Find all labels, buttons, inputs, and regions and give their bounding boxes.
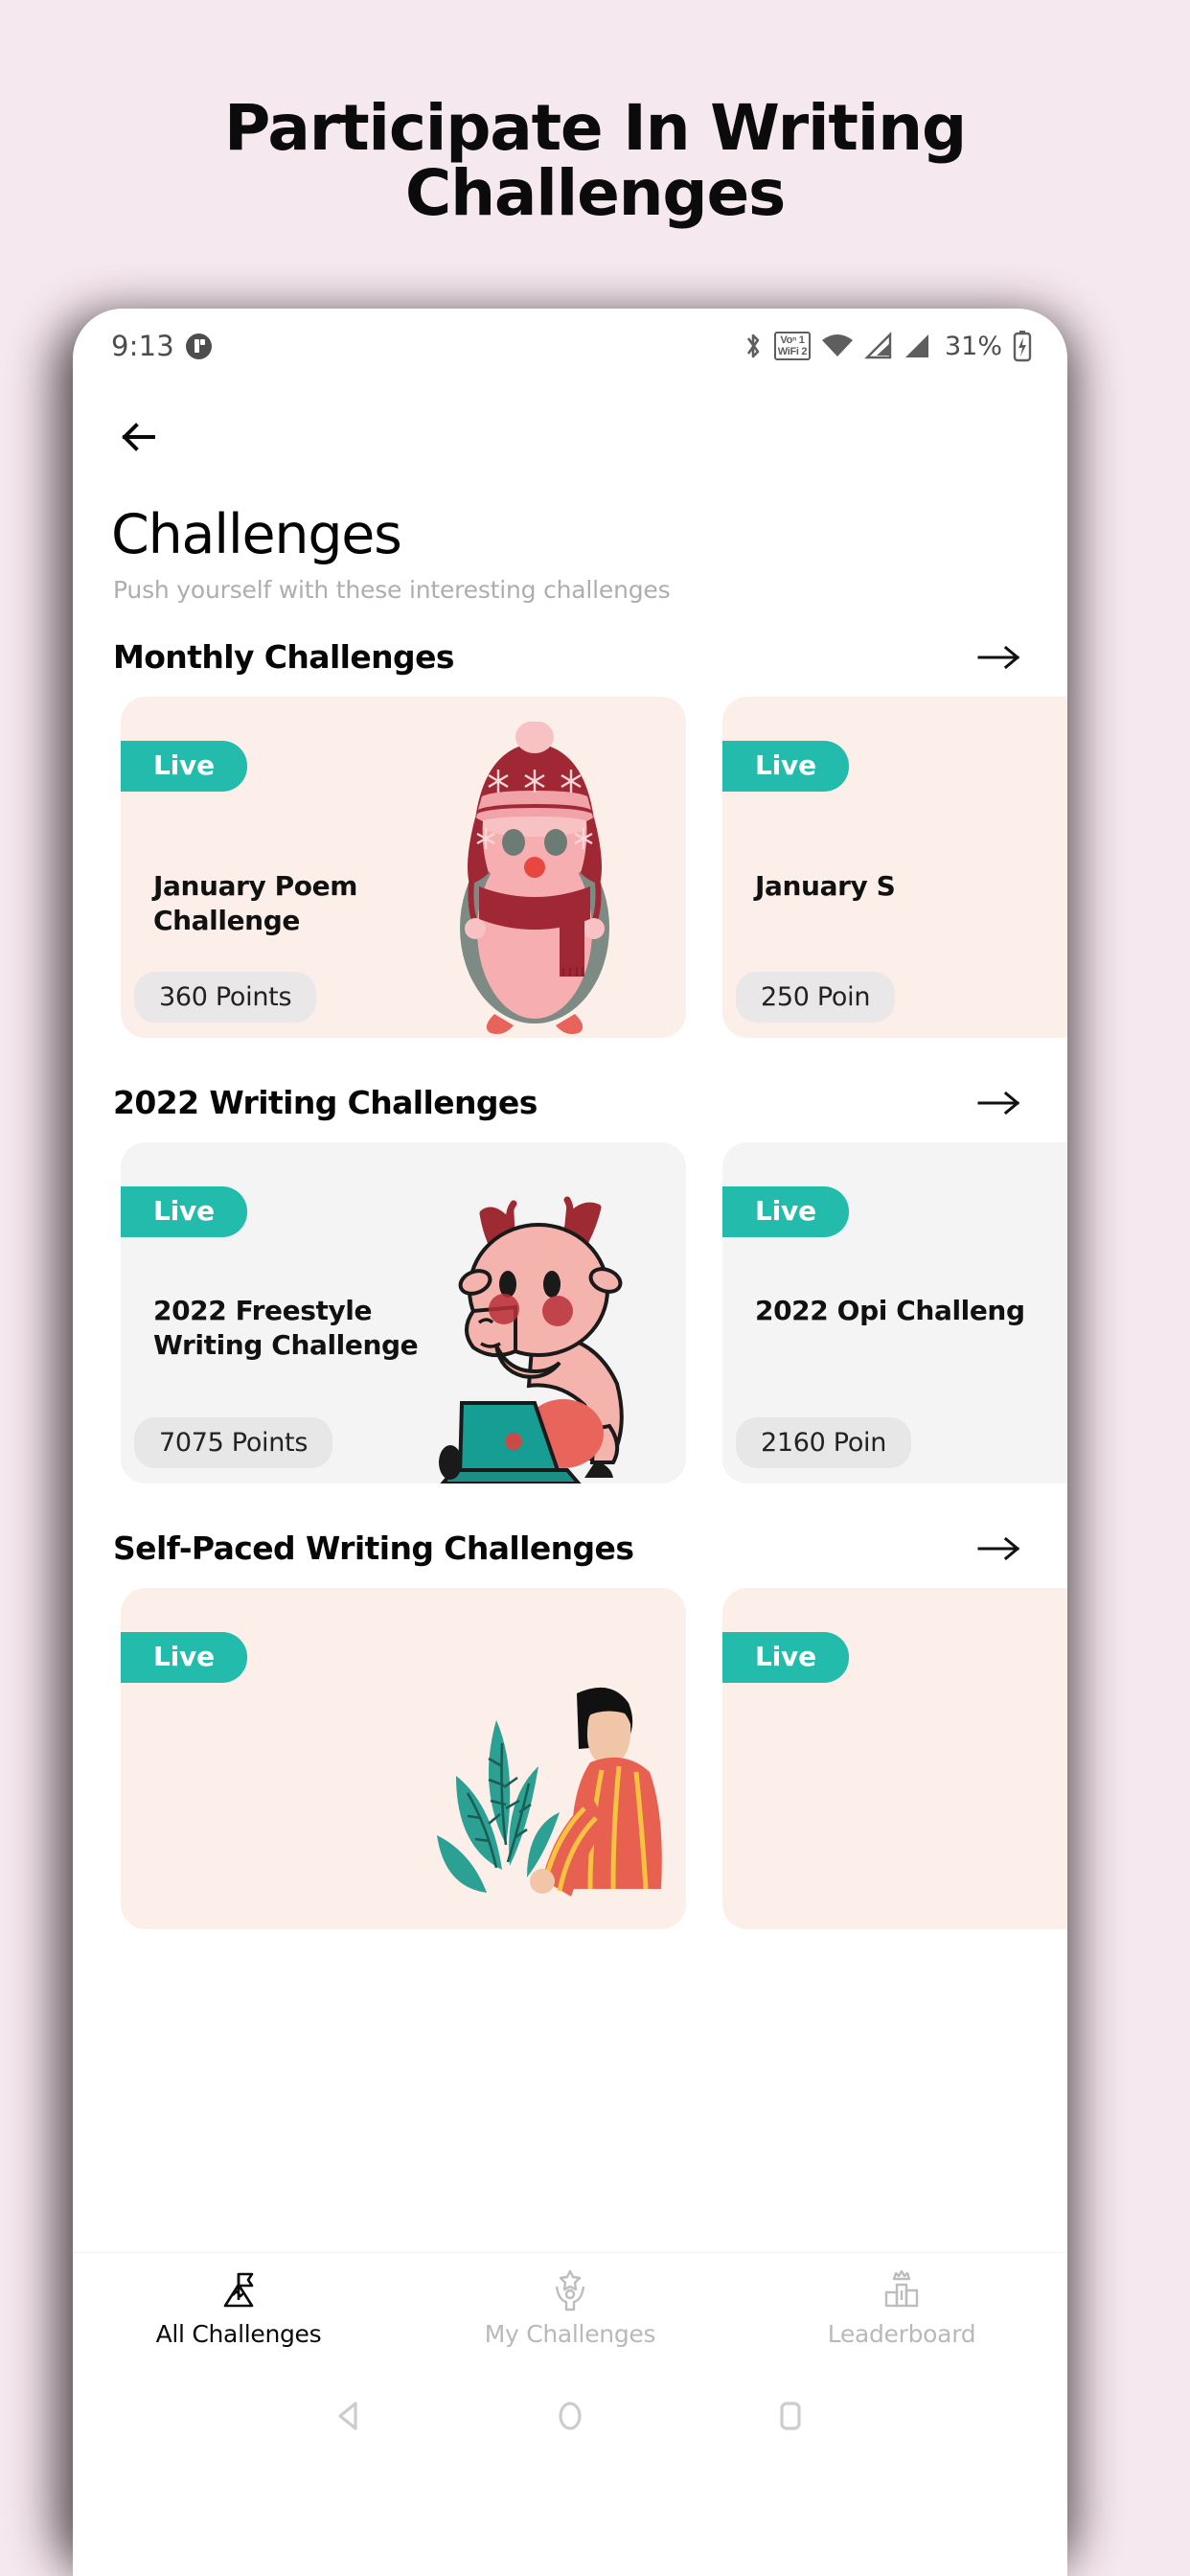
status-badge: Live	[722, 1186, 849, 1237]
android-home-icon[interactable]	[551, 2397, 589, 2435]
nav-label: My Challenges	[484, 2319, 656, 2348]
points-badge: 360 Points	[134, 972, 317, 1023]
arrow-right-icon[interactable]	[977, 644, 1021, 671]
wifi-icon	[821, 334, 853, 356]
challenge-card[interactable]: Live 2022 Freestyle Writing Challenge 70…	[121, 1142, 686, 1484]
app-content: Challenges Push yourself with these inte…	[73, 383, 1067, 2472]
section-title: Monthly Challenges	[113, 638, 455, 676]
section-title: Self-Paced Writing Challenges	[113, 1530, 634, 1567]
card-title: January S	[755, 870, 896, 902]
signal-sim1-icon	[864, 332, 892, 359]
card-rail-2022[interactable]: Live 2022 Freestyle Writing Challenge 70…	[73, 1142, 1067, 1484]
battery-percent-label: 31%	[944, 331, 1002, 361]
challenge-card[interactable]: Live January S 250 Poin	[722, 697, 1067, 1038]
bottom-navigation: All Challenges My Challenges Leaderboard	[73, 2252, 1067, 2359]
status-time: 9:13	[111, 330, 174, 362]
promo-headline: Participate In Writing Challenges	[223, 91, 967, 230]
status-badge: Live	[121, 741, 247, 792]
nav-item-all-challenges[interactable]: All Challenges	[73, 2266, 404, 2348]
challenge-card[interactable]: Live	[121, 1588, 686, 1929]
penguin-winter-hat-illustration	[460, 722, 609, 1034]
section-title: 2022 Writing Challenges	[113, 1084, 538, 1121]
vowifi-icon: Voⁿ 1 WiFi 2	[773, 332, 811, 360]
status-badge: Live	[121, 1632, 247, 1683]
android-back-icon[interactable]	[331, 2397, 369, 2435]
nav-item-leaderboard[interactable]: Leaderboard	[736, 2266, 1067, 2348]
back-button[interactable]	[73, 383, 1067, 464]
card-rail-monthly[interactable]: Live January Poem Challenge 360 Points L…	[73, 697, 1067, 1038]
android-system-navbar	[73, 2359, 1067, 2472]
deer-with-laptop-illustration	[439, 1196, 624, 1484]
status-bar-right: Voⁿ 1 WiFi 2 31%	[742, 330, 1033, 362]
android-recents-icon[interactable]	[771, 2397, 810, 2435]
nav-item-my-challenges[interactable]: My Challenges	[404, 2266, 736, 2348]
back-arrow-icon[interactable]	[113, 410, 167, 464]
challenge-card[interactable]: Live January Poem Challenge 360 Points	[121, 697, 686, 1038]
points-badge: 2160 Poin	[736, 1417, 912, 1468]
challenge-card[interactable]: Live	[722, 1588, 1067, 1929]
person-with-plant-illustration	[437, 1687, 662, 1897]
signal-sim2-icon	[904, 334, 928, 357]
section-header-monthly: Monthly Challenges	[73, 638, 1067, 676]
challenge-card[interactable]: Live 2022 Opi Challeng 2160 Poin	[722, 1142, 1067, 1484]
card-rail-selfpaced[interactable]: Live Live	[73, 1588, 1067, 1929]
nav-label: Leaderboard	[827, 2319, 976, 2348]
vowifi-line-2: WiFi 2	[777, 346, 808, 357]
arrow-right-icon[interactable]	[977, 1090, 1021, 1116]
status-badge: Live	[121, 1186, 247, 1237]
section-header-2022: 2022 Writing Challenges	[73, 1084, 1067, 1121]
status-badge: Live	[722, 1632, 849, 1683]
section-header-selfpaced: Self-Paced Writing Challenges	[73, 1530, 1067, 1567]
page-subtitle: Push yourself with these interesting cha…	[113, 576, 671, 604]
page-title: Challenges	[111, 503, 402, 566]
phone-mockup: 9:13 Voⁿ 1 WiFi 2 31% Challenges Push yo…	[73, 309, 1067, 2576]
app-badge-icon	[185, 333, 212, 359]
points-badge: 7075 Points	[134, 1417, 333, 1468]
podium-crown-icon	[884, 2269, 919, 2307]
nav-label: All Challenges	[155, 2319, 322, 2348]
card-title: 2022 Opi Challeng	[755, 1295, 1025, 1326]
status-bar: 9:13 Voⁿ 1 WiFi 2 31%	[73, 309, 1067, 383]
status-bar-left: 9:13	[111, 330, 212, 362]
person-star-icon	[555, 2269, 585, 2311]
battery-charging-icon	[1013, 331, 1032, 362]
bluetooth-icon	[746, 334, 760, 358]
arrow-right-icon[interactable]	[977, 1535, 1021, 1562]
vowifi-line-1: Voⁿ 1	[780, 334, 805, 346]
points-badge: 250 Poin	[736, 972, 896, 1023]
mountain-flag-icon	[223, 2272, 254, 2307]
status-badge: Live	[722, 741, 849, 792]
